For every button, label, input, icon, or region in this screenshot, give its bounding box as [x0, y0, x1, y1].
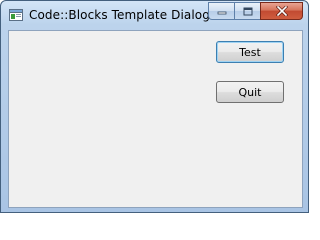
window-title: Code::Blocks Template Dialog...: [29, 8, 222, 22]
close-icon: [275, 6, 288, 16]
caption-buttons: [208, 2, 303, 20]
quit-button[interactable]: Quit: [216, 81, 284, 103]
title-bar[interactable]: Code::Blocks Template Dialog...: [1, 1, 308, 29]
dialog-client-area: Test Quit: [8, 30, 303, 208]
close-button[interactable]: [260, 2, 303, 20]
test-button[interactable]: Test: [216, 41, 284, 63]
maximize-button[interactable]: [234, 2, 260, 20]
maximize-icon: [243, 7, 252, 15]
minimize-button[interactable]: [208, 2, 234, 20]
dialog-window-icon: [9, 9, 23, 21]
dialog-window: Code::Blocks Template Dialog... Test Qui…: [0, 0, 309, 213]
minimize-icon: [217, 11, 226, 15]
